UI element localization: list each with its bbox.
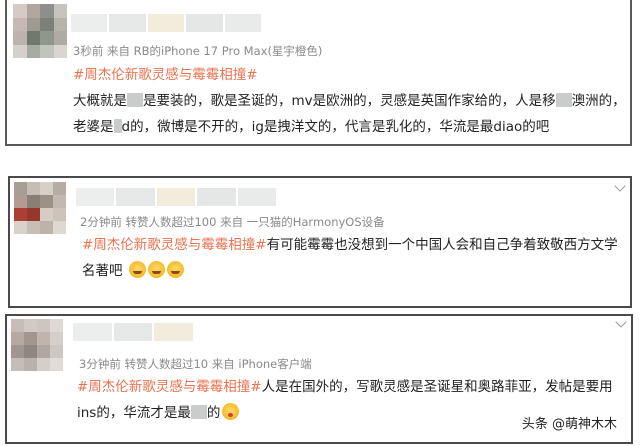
username-redacted[interactable] bbox=[76, 188, 277, 206]
avatar-pixel bbox=[14, 221, 27, 234]
username-redacted[interactable] bbox=[73, 323, 194, 341]
avatar-pixel bbox=[11, 358, 24, 371]
avatar-pixel bbox=[37, 319, 50, 332]
redacted-word bbox=[555, 93, 572, 107]
emoji-icon bbox=[147, 261, 165, 278]
avatar-pixel bbox=[53, 208, 66, 221]
avatar-pixel bbox=[14, 208, 27, 221]
emoji-icon bbox=[166, 261, 184, 278]
avatar-pixel bbox=[40, 44, 54, 58]
comment-meta: 3分钟前 转赞人数超过10 来自 iPhone客户端 bbox=[79, 357, 312, 371]
avatar-pixel bbox=[37, 358, 50, 371]
avatar-pixel bbox=[26, 44, 40, 58]
comment-meta: 2分钟前 转赞人数超过100 来自 一只猫的HarmonyOS设备 bbox=[80, 215, 385, 229]
avatar-pixel bbox=[53, 182, 66, 195]
avatar-pixel bbox=[40, 182, 53, 195]
avatar-pixel bbox=[37, 345, 50, 358]
username-redacted[interactable] bbox=[71, 14, 262, 32]
avatar-pixel bbox=[11, 345, 24, 358]
hashtag-link[interactable]: #周杰伦新歌灵感与霉霉相撞# bbox=[82, 237, 267, 253]
avatar-pixel bbox=[50, 358, 63, 371]
avatar[interactable] bbox=[14, 182, 66, 234]
avatar-pixel bbox=[53, 195, 66, 208]
avatar[interactable] bbox=[13, 4, 67, 58]
hashtag-link[interactable]: #周杰伦新歌灵感与霉霉相撞# bbox=[77, 379, 262, 395]
avatar-pixel bbox=[40, 31, 54, 45]
avatar-pixel bbox=[13, 17, 27, 31]
redacted-word bbox=[190, 405, 207, 419]
avatar-pixel bbox=[50, 319, 63, 332]
comment-card-2: 2分钟前 转赞人数超过100 来自 一只猫的HarmonyOS设备 #周杰伦新歌… bbox=[8, 176, 632, 308]
avatar-pixel bbox=[24, 319, 37, 332]
avatar-pixel bbox=[11, 319, 24, 332]
avatar-pixel bbox=[27, 208, 40, 221]
watermark-text: 头条 @萌神木木 bbox=[521, 417, 617, 432]
avatar-pixel bbox=[40, 195, 53, 208]
avatar-pixel bbox=[24, 345, 37, 358]
avatar[interactable] bbox=[11, 319, 63, 371]
avatar-pixel bbox=[26, 4, 40, 18]
avatar-pixel bbox=[27, 221, 40, 234]
redacted-word bbox=[127, 93, 143, 107]
avatar-pixel bbox=[24, 358, 37, 371]
avatar-pixel bbox=[13, 31, 27, 45]
avatar-pixel bbox=[40, 208, 53, 221]
avatar-pixel bbox=[53, 31, 67, 45]
avatar-pixel bbox=[26, 17, 40, 31]
comment-card-1: 3秒前 来自 RB的iPhone 17 Pro Max(星宇橙色) #周杰伦新歌… bbox=[5, 0, 632, 146]
avatar-pixel bbox=[26, 31, 40, 45]
avatar-pixel bbox=[40, 4, 54, 18]
avatar-pixel bbox=[50, 332, 63, 345]
kiss-emoji-icon bbox=[222, 403, 240, 420]
avatar-pixel bbox=[37, 332, 50, 345]
avatar-pixel bbox=[14, 195, 27, 208]
watermark: 头条 @萌神木木 bbox=[522, 413, 617, 432]
chevron-down-icon[interactable] bbox=[615, 316, 627, 328]
emoji-icon bbox=[128, 261, 146, 278]
hashtag-link[interactable]: #周杰伦新歌灵感与霉霉相撞# bbox=[73, 67, 258, 83]
avatar-pixel bbox=[13, 4, 27, 18]
avatar-pixel bbox=[40, 17, 54, 31]
comment-text: #周杰伦新歌灵感与霉霉相撞# 大概就是 是要装的，歌是圣诞的，mv是欧洲的，灵感是… bbox=[73, 67, 626, 135]
avatar-pixel bbox=[40, 221, 53, 234]
redacted-word bbox=[113, 119, 122, 133]
avatar-pixel bbox=[53, 4, 67, 18]
avatar-pixel bbox=[11, 332, 24, 345]
comment-meta: 3秒前 来自 RB的iPhone 17 Pro Max(星宇橙色) bbox=[73, 44, 323, 58]
avatar-pixel bbox=[53, 221, 66, 234]
avatar-pixel bbox=[24, 332, 37, 345]
chevron-down-icon[interactable] bbox=[614, 180, 626, 192]
avatar-pixel bbox=[27, 182, 40, 195]
avatar-pixel bbox=[50, 345, 63, 358]
comment-text: #周杰伦新歌灵感与霉霉相撞#有可能霉霉也没想到一个中国人会和自己争着致敬西方文学… bbox=[82, 237, 618, 279]
avatar-pixel bbox=[53, 44, 67, 58]
avatar-pixel bbox=[13, 44, 27, 58]
avatar-pixel bbox=[27, 195, 40, 208]
avatar-pixel bbox=[53, 17, 67, 31]
avatar-pixel bbox=[14, 182, 27, 195]
comment-card-3: 3分钟前 转赞人数超过10 来自 iPhone客户端 #周杰伦新歌灵感与霉霉相撞… bbox=[5, 314, 633, 444]
